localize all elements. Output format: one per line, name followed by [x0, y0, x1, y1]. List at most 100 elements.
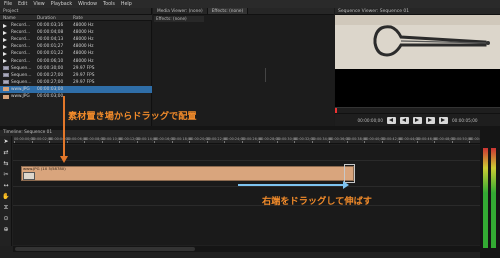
viewer-tabs: Media Viewer: (none) Effects: (none) [153, 8, 334, 15]
project-row[interactable]: Sequen… 00:00:30;00 29.97 FPS [0, 65, 152, 72]
project-row-duration: 00:00:01;22 [37, 51, 64, 57]
project-row[interactable]: Record… 00:00:04;08 48000 Hz [0, 29, 152, 36]
sequence-icon [3, 66, 9, 71]
ruler-tick [84, 141, 85, 143]
ruler-tick [154, 141, 155, 143]
column-duration[interactable]: Duration [37, 16, 56, 21]
play-button[interactable] [413, 116, 422, 124]
track-divider [13, 160, 480, 161]
sequence-icon [3, 73, 9, 78]
sequence-viewer-title: Sequence Viewer: Sequence 01 [335, 8, 500, 15]
track-divider [13, 186, 480, 187]
project-row-name: www.JPG [11, 94, 30, 99]
project-row[interactable]: Sequen… 00:00:27;00 29.97 FPS [0, 72, 152, 79]
razor-tool-icon[interactable]: ✂ [2, 171, 10, 179]
ruler-tick [399, 141, 400, 143]
sequence-icon [3, 80, 9, 85]
ruler-tick [364, 141, 365, 143]
panel-splitter[interactable] [265, 68, 266, 82]
project-row-name: Sequen… [11, 79, 32, 85]
viewer-ruler[interactable] [335, 107, 500, 113]
ruler-tick [381, 141, 383, 143]
timeline-scrollbar[interactable] [13, 246, 480, 252]
project-row-name: Sequen… [11, 65, 32, 71]
menu-edit[interactable]: Edit [18, 2, 27, 7]
ruler-tick-label: 00:00:52;00 [469, 137, 480, 141]
image-clip[interactable] [21, 166, 354, 181]
viewer-playhead[interactable] [335, 108, 337, 113]
timecode-current: 00:00:00;00 [357, 117, 383, 123]
zoom-tool-icon[interactable]: ⊕ [2, 226, 10, 234]
column-name[interactable]: Name [3, 16, 16, 21]
audio-file-icon [3, 23, 7, 28]
project-row-name: Record… [11, 37, 31, 43]
step-back-button[interactable] [400, 116, 409, 124]
hand-tool-icon[interactable]: ✋ [2, 193, 10, 201]
project-row[interactable]: Sequen… 00:00:27;00 29.97 FPS [0, 79, 152, 86]
go-to-end-button[interactable] [439, 116, 448, 124]
ruler-tick [206, 141, 208, 143]
ripple-tool-icon[interactable]: ⇆ [2, 160, 10, 168]
audio-file-icon [3, 51, 7, 56]
ruler-tick [119, 141, 120, 143]
tab-effects[interactable]: Effects: (none) [207, 8, 249, 14]
project-row-duration: 00:00:30;00 [37, 65, 64, 71]
snap-toggle-icon[interactable]: ⊙ [2, 215, 10, 223]
image-file-icon [3, 87, 9, 92]
project-row-rate: 29.97 FPS [73, 72, 95, 78]
ruler-tick [49, 141, 50, 143]
menu-bar: File Edit View Playback Window Tools Hel… [0, 0, 500, 8]
timeline-toolbar: ➤ ⇄ ⇆ ✂ ↔ ✋ ⧖ ⊙ ⊕ [0, 136, 12, 246]
image-file-icon [3, 94, 9, 99]
project-row[interactable]: Record… 00:00:03;16 48000 Hz [0, 22, 152, 29]
ruler-tick [31, 141, 33, 143]
project-row-rate: 48000 Hz [73, 37, 94, 43]
project-row-rate: 48000 Hz [73, 51, 94, 57]
pointer-tool-icon[interactable]: ➤ [2, 138, 10, 146]
ruler-tick [311, 141, 313, 143]
menu-file[interactable]: File [4, 2, 12, 7]
jaw-harp-image [335, 15, 500, 69]
go-to-start-button[interactable] [387, 116, 396, 124]
project-row[interactable]: Record… 00:00:01;22 48000 Hz [0, 50, 152, 57]
playback-controls: 00:00:00;00 00:00:05;00 [335, 114, 500, 126]
edit-tool-icon[interactable]: ⇄ [2, 149, 10, 157]
project-row-name: Record… [11, 58, 31, 64]
drag-arrow-line [63, 96, 65, 158]
audio-file-icon [3, 30, 7, 35]
project-row-duration: 00:00:04;08 [37, 30, 64, 36]
project-row[interactable]: Record… 00:00:04;13 48000 Hz [0, 36, 152, 43]
project-column-header: Name Duration Rate [0, 15, 152, 21]
step-forward-button[interactable] [426, 116, 435, 124]
meter-right [491, 148, 496, 248]
project-row[interactable]: www.JPG 00:00:03;00 [0, 93, 152, 100]
project-row-name: Record… [11, 51, 31, 57]
ruler-tick [136, 141, 138, 143]
menu-help[interactable]: Help [121, 2, 132, 7]
menu-window[interactable]: Window [78, 2, 97, 7]
track-divider [13, 205, 480, 206]
ruler-tick [416, 141, 418, 143]
menu-view[interactable]: View [33, 2, 44, 7]
tab-media-viewer[interactable]: Media Viewer: (none) [153, 8, 208, 14]
ruler-tick [101, 141, 103, 143]
meter-left [483, 148, 488, 248]
scrollbar-thumb[interactable] [15, 247, 195, 251]
preview-image [335, 15, 500, 69]
project-row[interactable]: Record… 00:00:06;10 48000 Hz [0, 58, 152, 65]
transition-tool-icon[interactable]: ⧖ [2, 204, 10, 212]
project-row[interactable]: Record… 00:00:01;27 48000 Hz [0, 43, 152, 50]
project-row-duration: 00:00:03;00 [37, 86, 64, 92]
project-row-rate: 29.97 FPS [73, 79, 95, 85]
column-rate[interactable]: Rate [73, 16, 83, 21]
extend-arrow-line [238, 184, 345, 186]
menu-playback[interactable]: Playback [51, 2, 72, 7]
ruler-tick [14, 141, 15, 143]
menu-tools[interactable]: Tools [103, 2, 115, 7]
timeline-ruler[interactable]: 00:00:00;00 00:00:02;00 00:00:04;00 00:00:0… [13, 136, 480, 144]
ruler-tick [66, 141, 68, 143]
project-row[interactable]: www.JPG 00:00:03;00 [0, 85, 152, 93]
project-row-rate: 29.97 FPS [73, 65, 95, 71]
slip-tool-icon[interactable]: ↔ [2, 182, 10, 190]
project-row-duration: 00:00:03;00 [37, 94, 64, 99]
